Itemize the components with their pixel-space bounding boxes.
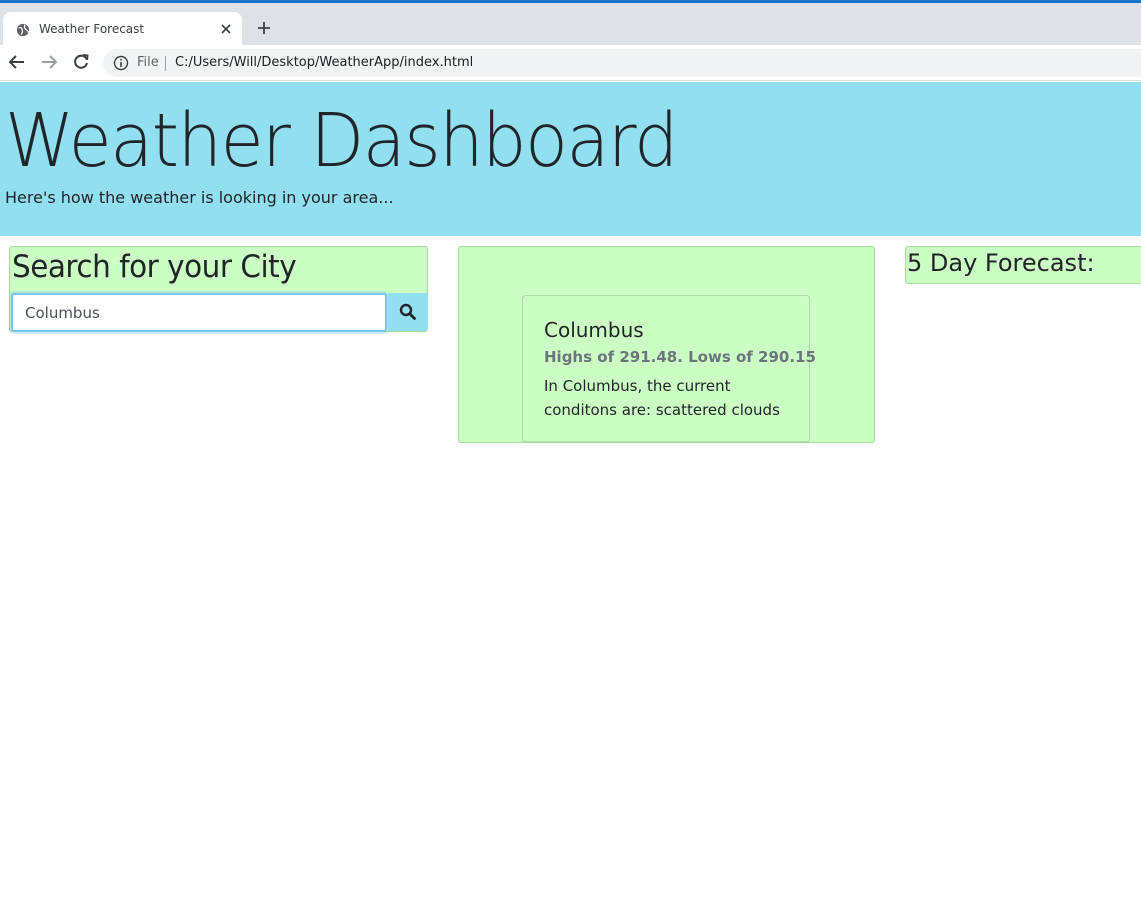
url-text[interactable]: C:/Users/Will/Desktop/WeatherApp/index.h… — [175, 55, 473, 70]
city-name: Columbus — [544, 318, 644, 342]
tab-title: Weather Forecast — [39, 22, 145, 36]
temperature-summary: Highs of 291.48. Lows of 290.15 — [544, 348, 816, 366]
file-scheme-label: File — [137, 55, 159, 70]
search-button[interactable] — [388, 293, 428, 331]
reload-icon[interactable] — [72, 53, 90, 71]
browser-tab[interactable]: Weather Forecast — [3, 12, 242, 48]
globe-icon — [16, 23, 30, 37]
browser-tab-strip: Weather Forecast — [0, 3, 1141, 48]
close-icon[interactable] — [219, 22, 233, 36]
page-title: Weather Dashboard — [5, 98, 678, 184]
forecast-heading: 5 Day Forecast: — [907, 249, 1095, 277]
address-separator — [165, 56, 166, 71]
back-arrow-icon[interactable] — [8, 53, 26, 71]
info-icon[interactable] — [113, 55, 129, 71]
current-weather-panel: Columbus Highs of 291.48. Lows of 290.15… — [458, 246, 875, 443]
weather-conditions: In Columbus, the current conditons are: … — [544, 377, 780, 419]
address-bar[interactable]: File C:/Users/Will/Desktop/WeatherApp/in… — [103, 49, 1141, 77]
city-search-input[interactable] — [11, 293, 387, 332]
page-subtitle: Here's how the weather is looking in you… — [5, 188, 394, 207]
new-tab-icon[interactable] — [256, 20, 272, 36]
page-header: Weather Dashboard Here's how the weather… — [0, 82, 1141, 236]
search-panel: Search for your City — [9, 246, 428, 332]
current-weather-card: Columbus Highs of 291.48. Lows of 290.15… — [522, 295, 816, 442]
browser-toolbar: File C:/Users/Will/Desktop/WeatherApp/in… — [0, 45, 1141, 81]
search-heading: Search for your City — [12, 249, 297, 285]
forward-arrow-icon[interactable] — [40, 53, 58, 71]
search-icon — [399, 303, 416, 320]
forecast-panel: 5 Day Forecast: — [905, 246, 1141, 284]
